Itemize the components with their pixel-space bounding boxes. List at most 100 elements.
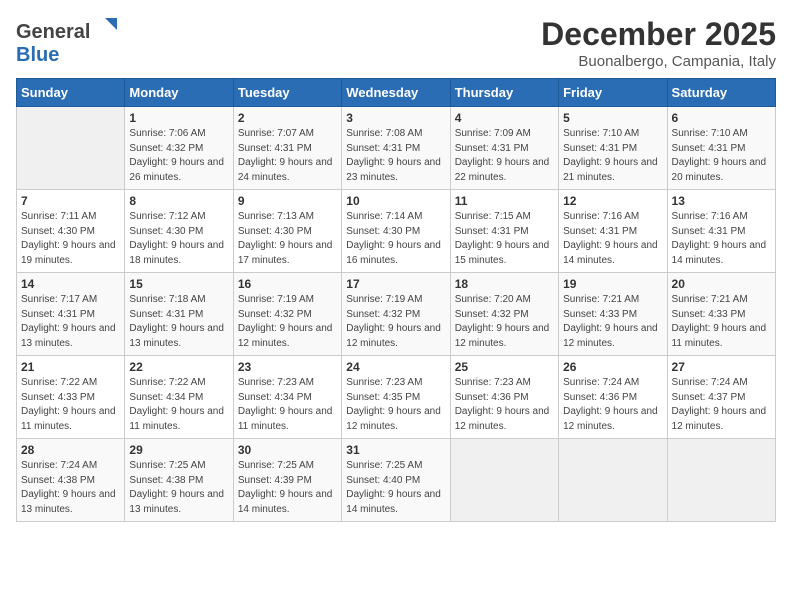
header-thursday: Thursday [450, 79, 558, 107]
location-text: Buonalbergo, Campania, Italy [541, 53, 776, 70]
header-monday: Monday [125, 79, 233, 107]
calendar-cell: 20 Sunrise: 7:21 AMSunset: 4:33 PMDayligh… [667, 273, 775, 356]
day-info: Sunrise: 7:18 AMSunset: 4:31 PMDaylight:… [129, 293, 228, 351]
day-info: Sunrise: 7:08 AMSunset: 4:31 PMDaylight:… [346, 127, 445, 185]
day-info: Sunrise: 7:16 AMSunset: 4:31 PMDaylight:… [672, 210, 771, 268]
day-number: 5 [563, 111, 662, 125]
day-number: 3 [346, 111, 445, 125]
day-number: 14 [21, 277, 120, 291]
calendar-cell: 1Sunrise: 7:06 AMSunset: 4:32 PMDaylight… [125, 107, 233, 190]
calendar-cell [450, 439, 558, 522]
header-wednesday: Wednesday [342, 79, 450, 107]
day-number: 21 [21, 360, 120, 374]
day-number: 12 [563, 194, 662, 208]
day-info: Sunrise: 7:25 AMSunset: 4:39 PMDaylight:… [238, 459, 337, 517]
day-info: Sunrise: 7:23 AMSunset: 4:36 PMDaylight:… [455, 376, 554, 434]
calendar-cell: 22Sunrise: 7:22 AMSunset: 4:34 PMDayligh… [125, 356, 233, 439]
calendar-cell: 28 Sunrise: 7:24 AMSunset: 4:38 PMDayligh… [17, 439, 125, 522]
day-number: 4 [455, 111, 554, 125]
day-number: 8 [129, 194, 228, 208]
day-number: 11 [455, 194, 554, 208]
calendar-cell: 24 Sunrise: 7:23 AMSunset: 4:35 PMDayligh… [342, 356, 450, 439]
calendar-week-row: 1Sunrise: 7:06 AMSunset: 4:32 PMDaylight… [17, 107, 776, 190]
header-tuesday: Tuesday [233, 79, 341, 107]
day-number: 22 [129, 360, 228, 374]
day-number: 18 [455, 277, 554, 291]
logo: General Blue [16, 16, 119, 67]
calendar-cell: 30Sunrise: 7:25 AMSunset: 4:39 PMDayligh… [233, 439, 341, 522]
day-info: Sunrise: 7:21 AMSunset: 4:33 PMDaylight:… [563, 293, 662, 351]
day-number: 10 [346, 194, 445, 208]
day-info: Sunrise: 7:25 AMSunset: 4:38 PMDaylight:… [129, 459, 228, 517]
day-number: 29 [129, 443, 228, 457]
day-info: Sunrise: 7:15 AMSunset: 4:31 PMDaylight:… [455, 210, 554, 268]
day-number: 13 [672, 194, 771, 208]
day-info: Sunrise: 7:10 AMSunset: 4:31 PMDaylight:… [563, 127, 662, 185]
calendar-header-row: SundayMondayTuesdayWednesdayThursdayFrid… [17, 79, 776, 107]
title-block: December 2025 Buonalbergo, Campania, Ita… [541, 16, 776, 70]
calendar-cell [667, 439, 775, 522]
day-number: 28 [21, 443, 120, 457]
calendar-cell: 6 Sunrise: 7:10 AMSunset: 4:31 PMDaylight… [667, 107, 775, 190]
day-info: Sunrise: 7:12 AMSunset: 4:30 PMDaylight:… [129, 210, 228, 268]
calendar-cell: 13 Sunrise: 7:16 AMSunset: 4:31 PMDayligh… [667, 190, 775, 273]
logo-general-text: General [16, 21, 90, 43]
day-info: Sunrise: 7:06 AMSunset: 4:32 PMDaylight:… [129, 127, 228, 185]
calendar-cell: 18 Sunrise: 7:20 AMSunset: 4:32 PMDayligh… [450, 273, 558, 356]
day-number: 19 [563, 277, 662, 291]
calendar-cell [17, 107, 125, 190]
calendar-cell: 3 Sunrise: 7:08 AMSunset: 4:31 PMDaylight… [342, 107, 450, 190]
page-header: General Blue December 2025 Buonalbergo, … [16, 16, 776, 70]
day-info: Sunrise: 7:20 AMSunset: 4:32 PMDaylight:… [455, 293, 554, 351]
day-number: 27 [672, 360, 771, 374]
calendar-cell: 27Sunrise: 7:24 AMSunset: 4:37 PMDayligh… [667, 356, 775, 439]
calendar-cell: 23Sunrise: 7:23 AMSunset: 4:34 PMDayligh… [233, 356, 341, 439]
day-info: Sunrise: 7:13 AMSunset: 4:30 PMDaylight:… [238, 210, 337, 268]
day-info: Sunrise: 7:22 AMSunset: 4:33 PMDaylight:… [21, 376, 120, 434]
day-info: Sunrise: 7:21 AMSunset: 4:33 PMDaylight:… [672, 293, 771, 351]
day-number: 2 [238, 111, 337, 125]
day-number: 6 [672, 111, 771, 125]
day-info: Sunrise: 7:24 AMSunset: 4:36 PMDaylight:… [563, 376, 662, 434]
calendar-cell: 2 Sunrise: 7:07 AMSunset: 4:31 PMDaylight… [233, 107, 341, 190]
day-info: Sunrise: 7:10 AMSunset: 4:31 PMDaylight:… [672, 127, 771, 185]
calendar-week-row: 14 Sunrise: 7:17 AMSunset: 4:31 PMDayligh… [17, 273, 776, 356]
calendar-cell: 5 Sunrise: 7:10 AMSunset: 4:31 PMDaylight… [559, 107, 667, 190]
calendar-cell: 14 Sunrise: 7:17 AMSunset: 4:31 PMDayligh… [17, 273, 125, 356]
calendar-cell: 16Sunrise: 7:19 AMSunset: 4:32 PMDayligh… [233, 273, 341, 356]
day-number: 20 [672, 277, 771, 291]
calendar-cell: 17 Sunrise: 7:19 AMSunset: 4:32 PMDayligh… [342, 273, 450, 356]
calendar-cell: 12 Sunrise: 7:16 AMSunset: 4:31 PMDayligh… [559, 190, 667, 273]
calendar-cell: 9Sunrise: 7:13 AMSunset: 4:30 PMDaylight… [233, 190, 341, 273]
calendar-cell: 11 Sunrise: 7:15 AMSunset: 4:31 PMDayligh… [450, 190, 558, 273]
calendar-cell: 25 Sunrise: 7:23 AMSunset: 4:36 PMDayligh… [450, 356, 558, 439]
day-number: 24 [346, 360, 445, 374]
header-friday: Friday [559, 79, 667, 107]
calendar-cell: 29 Sunrise: 7:25 AMSunset: 4:38 PMDayligh… [125, 439, 233, 522]
month-title: December 2025 [541, 16, 776, 53]
calendar-cell [559, 439, 667, 522]
day-number: 17 [346, 277, 445, 291]
header-sunday: Sunday [17, 79, 125, 107]
day-number: 25 [455, 360, 554, 374]
day-info: Sunrise: 7:07 AMSunset: 4:31 PMDaylight:… [238, 127, 337, 185]
day-info: Sunrise: 7:17 AMSunset: 4:31 PMDaylight:… [21, 293, 120, 351]
calendar-cell: 10Sunrise: 7:14 AMSunset: 4:30 PMDayligh… [342, 190, 450, 273]
calendar-cell: 8 Sunrise: 7:12 AMSunset: 4:30 PMDaylight… [125, 190, 233, 273]
day-info: Sunrise: 7:23 AMSunset: 4:35 PMDaylight:… [346, 376, 445, 434]
calendar-cell: 19 Sunrise: 7:21 AMSunset: 4:33 PMDayligh… [559, 273, 667, 356]
day-number: 23 [238, 360, 337, 374]
day-info: Sunrise: 7:16 AMSunset: 4:31 PMDaylight:… [563, 210, 662, 268]
logo-blue-text: Blue [16, 44, 59, 66]
calendar-cell: 31Sunrise: 7:25 AMSunset: 4:40 PMDayligh… [342, 439, 450, 522]
calendar-cell: 15 Sunrise: 7:18 AMSunset: 4:31 PMDayligh… [125, 273, 233, 356]
calendar-week-row: 21 Sunrise: 7:22 AMSunset: 4:33 PMDayligh… [17, 356, 776, 439]
day-info: Sunrise: 7:24 AMSunset: 4:38 PMDaylight:… [21, 459, 120, 517]
calendar-week-row: 28 Sunrise: 7:24 AMSunset: 4:38 PMDayligh… [17, 439, 776, 522]
calendar-week-row: 7Sunrise: 7:11 AMSunset: 4:30 PMDaylight… [17, 190, 776, 273]
day-number: 15 [129, 277, 228, 291]
calendar-cell: 7Sunrise: 7:11 AMSunset: 4:30 PMDaylight… [17, 190, 125, 273]
calendar-cell: 4Sunrise: 7:09 AMSunset: 4:31 PMDaylight… [450, 107, 558, 190]
day-info: Sunrise: 7:11 AMSunset: 4:30 PMDaylight:… [21, 210, 120, 268]
day-info: Sunrise: 7:19 AMSunset: 4:32 PMDaylight:… [346, 293, 445, 351]
